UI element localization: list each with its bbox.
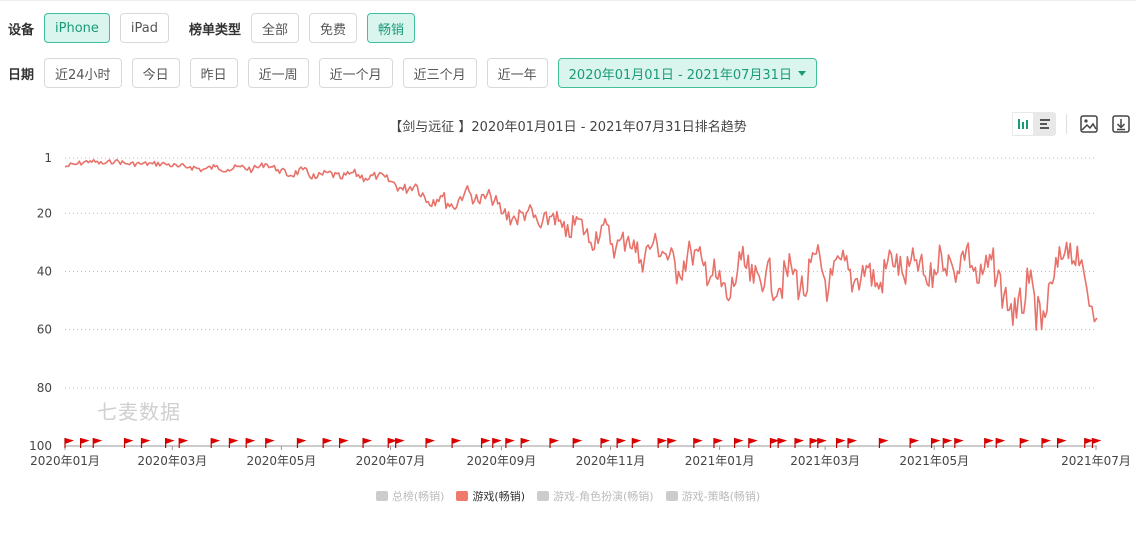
y-tick-label: 80 (37, 381, 52, 395)
legend-item-games[interactable]: 游戏(畅销) (456, 488, 525, 504)
y-tick-label: 1 (44, 151, 52, 165)
x-tick-label: 2020年01月 (30, 454, 100, 468)
x-tick-label: 2021年07月 (1061, 454, 1131, 468)
legend-label: 游戏(畅销) (472, 490, 526, 503)
y-tick-label: 100 (29, 439, 52, 453)
x-tick-label: 2020年05月 (247, 454, 317, 468)
y-tick-label: 20 (37, 206, 52, 220)
x-tick-label: 2020年03月 (137, 454, 207, 468)
legend-label: 总榜(畅销) (391, 490, 445, 503)
legend-swatch (456, 491, 469, 501)
legend-swatch (665, 491, 678, 501)
x-tick-label: 2021年01月 (685, 454, 755, 468)
legend-swatch (537, 491, 550, 501)
series-line-games (64, 158, 1098, 331)
x-tick-label: 2021年05月 (899, 454, 969, 468)
x-tick-label: 2020年11月 (576, 454, 646, 468)
legend-label: 游戏-策略(畅销) (681, 490, 761, 503)
legend-swatch (375, 491, 388, 501)
watermark: 七麦数据 (97, 400, 181, 424)
x-tick-label: 2020年07月 (356, 454, 426, 468)
legend-label: 游戏-角色扮演(畅销) (553, 490, 654, 503)
legend-item-rpg[interactable]: 游戏-角色扮演(畅销) (537, 488, 654, 504)
y-tick-label: 60 (37, 323, 52, 337)
chart-legend: 总榜(畅销) 游戏(畅销) 游戏-角色扮演(畅销) 游戏-策略(畅销) (0, 488, 1136, 504)
x-tick-label: 2021年03月 (790, 454, 860, 468)
legend-item-overall[interactable]: 总榜(畅销) (375, 488, 445, 504)
y-tick-label: 40 (37, 264, 52, 278)
x-tick-label: 2020年09月 (467, 454, 537, 468)
legend-item-strategy[interactable]: 游戏-策略(畅销) (665, 488, 761, 504)
